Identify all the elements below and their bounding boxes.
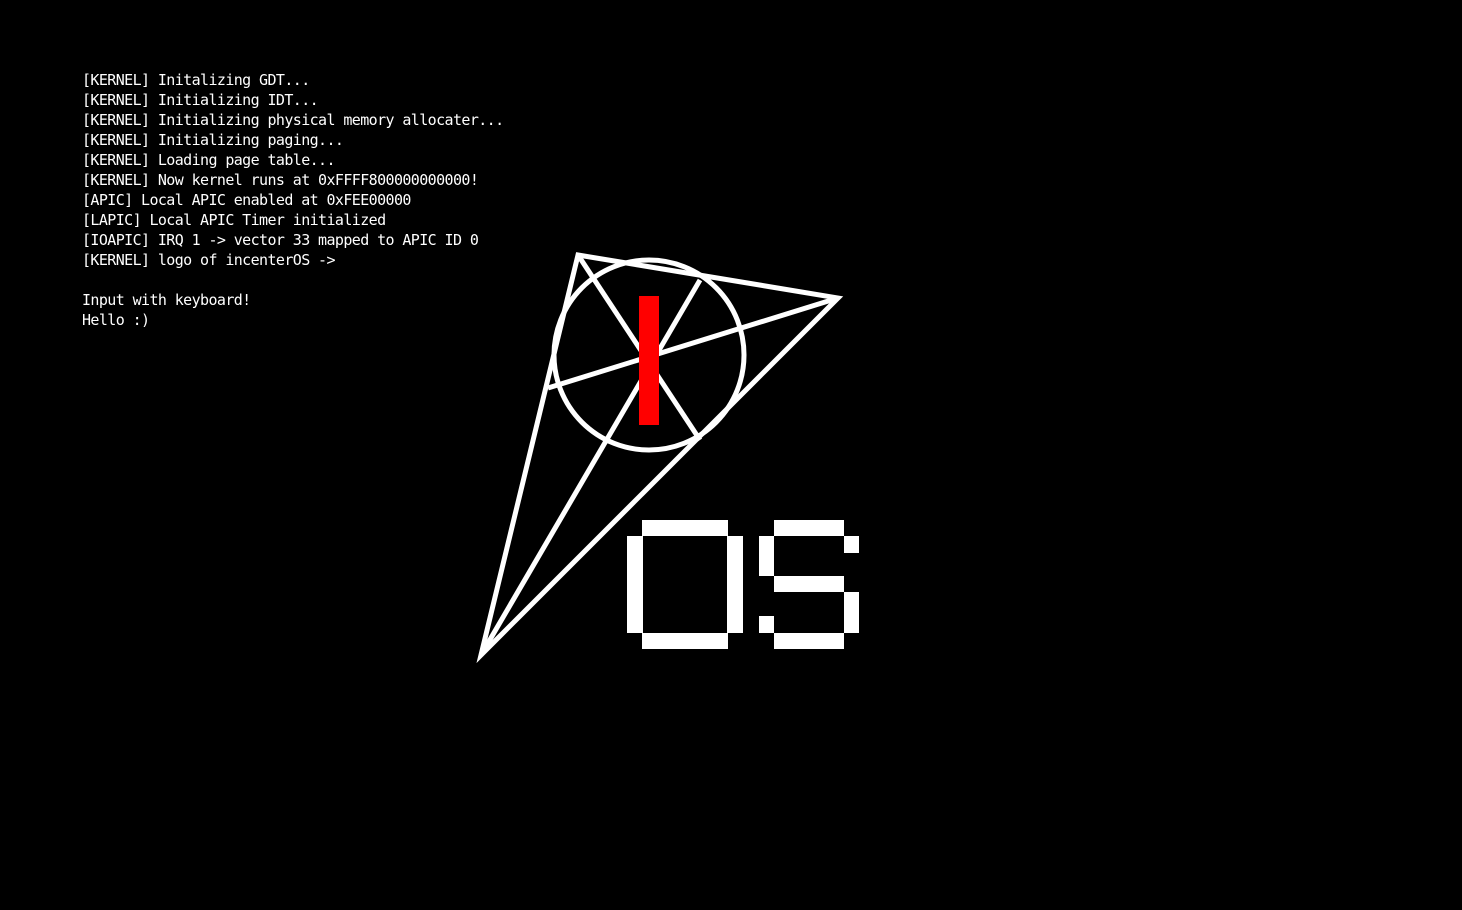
logo-letter-i [639,296,659,425]
logo-letter-s [759,520,859,649]
logo-letter-o [627,520,743,649]
triangle-incircle-icon [476,252,844,664]
framebuffer-screen: [KERNEL] Initalizing GDT... [KERNEL] Ini… [0,0,1462,910]
incenter-os-logo-icon [476,252,859,664]
